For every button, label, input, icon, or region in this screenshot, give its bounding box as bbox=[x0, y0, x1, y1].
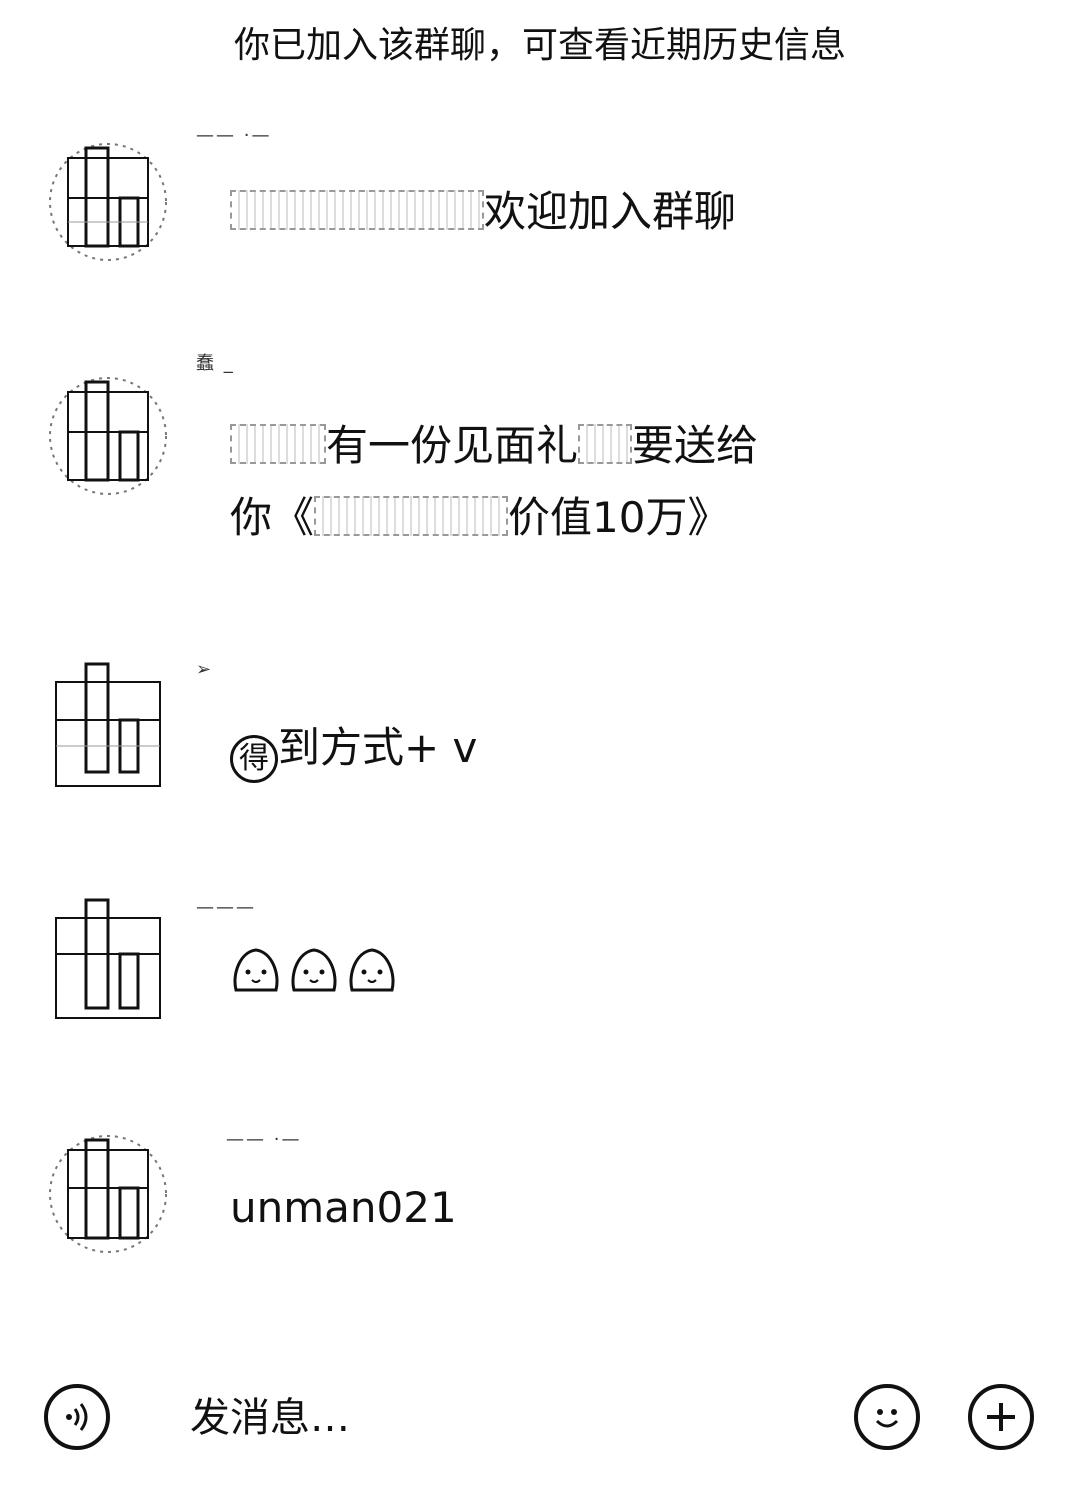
sender-name: —— ·— bbox=[226, 1129, 302, 1150]
avatar[interactable] bbox=[48, 372, 168, 500]
system-notice: 你已加入该群聊，可查看近期历史信息 bbox=[233, 25, 846, 66]
message-input[interactable] bbox=[190, 1390, 790, 1446]
redacted-text bbox=[314, 496, 509, 536]
avatar[interactable] bbox=[48, 662, 168, 790]
message-text[interactable]: unman021 bbox=[230, 1172, 457, 1244]
avatar[interactable] bbox=[48, 898, 168, 1026]
redacted-text bbox=[230, 190, 484, 230]
plus-button[interactable] bbox=[968, 1384, 1034, 1450]
plus-icon bbox=[987, 1403, 1015, 1431]
gift-icon bbox=[578, 424, 633, 464]
sender-name: 蠢 _ bbox=[196, 353, 235, 374]
message-input-bar bbox=[0, 1370, 1080, 1470]
redacted-text bbox=[230, 424, 326, 464]
voice-icon bbox=[66, 1403, 88, 1431]
sender-name: ➢ bbox=[196, 659, 214, 680]
voice-button[interactable] bbox=[44, 1384, 110, 1450]
avatar[interactable] bbox=[48, 1130, 168, 1258]
sticker-emoji-icon bbox=[233, 948, 279, 992]
sticker-emoji-icon bbox=[349, 948, 395, 992]
message-emoji[interactable] bbox=[230, 944, 398, 996]
message-text[interactable]: 得到方式+ v bbox=[230, 712, 477, 784]
avatar[interactable] bbox=[48, 138, 168, 266]
badge-icon: 得 bbox=[230, 735, 278, 783]
sender-name: ——— bbox=[196, 897, 256, 918]
sticker-emoji-icon bbox=[291, 948, 337, 992]
sender-name: —— ·— bbox=[196, 125, 272, 146]
message-text[interactable]: 欢迎加入群聊 bbox=[230, 176, 736, 248]
message-text[interactable]: 有一份见面礼 要送给 你《 价值10万》 bbox=[230, 410, 758, 554]
smiley-icon bbox=[875, 1409, 899, 1428]
emoji-button[interactable] bbox=[854, 1384, 920, 1450]
